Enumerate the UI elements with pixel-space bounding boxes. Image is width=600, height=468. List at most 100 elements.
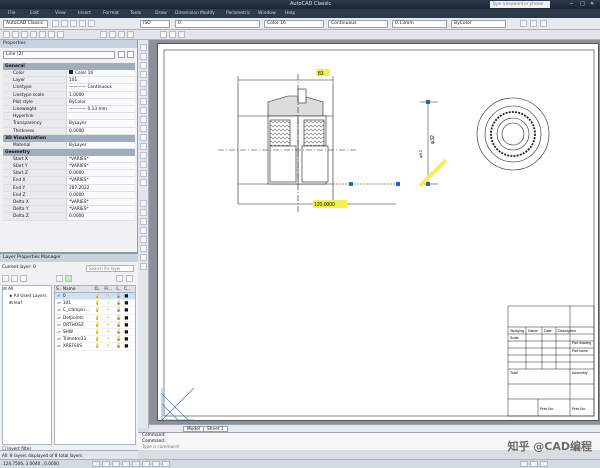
toolbar-button[interactable]	[100, 31, 107, 38]
new-vp-layer-icon[interactable]	[11, 275, 18, 282]
status-button[interactable]	[530, 461, 538, 467]
bulb-icon[interactable]: 💡	[92, 322, 103, 328]
snap-toggle[interactable]	[92, 461, 100, 467]
maximize-icon[interactable]: □	[580, 1, 585, 7]
toolbar-button[interactable]	[140, 245, 147, 252]
layer-row[interactable]: ▱ Trimetro33 💡 ☼ 🔓 ■	[55, 336, 135, 344]
layer-row[interactable]: ▱ XREFS0S 💡 ☼ 🔓 ■	[55, 343, 135, 351]
offset-tool-button[interactable]	[140, 71, 147, 78]
lock-icon[interactable]: 🔓	[114, 315, 125, 321]
minimize-icon[interactable]: ─	[570, 1, 573, 7]
filter-all[interactable]: ⊟ All	[3, 286, 51, 293]
status-button[interactable]	[520, 461, 528, 467]
property-row[interactable]: Start Z 0.0000	[3, 170, 135, 178]
trim-tool-button[interactable]	[140, 125, 147, 132]
sun-icon[interactable]: ☼	[103, 300, 114, 306]
toolbar-button[interactable]	[70, 20, 77, 27]
arc-tool-button[interactable]	[30, 31, 37, 38]
sun-icon[interactable]: ☼	[103, 307, 114, 313]
lock-icon[interactable]: 🔓	[114, 343, 125, 349]
lineweight-dropdown[interactable]: 0.13mm	[392, 20, 447, 28]
mirror-tool-button[interactable]	[140, 62, 147, 69]
toolbar-button[interactable]	[127, 31, 134, 38]
layer-row[interactable]: ▱ C_clampin... 💡 ☼ 🔓 ■	[55, 307, 135, 315]
property-row[interactable]: Delta X *VARIES*	[3, 199, 135, 207]
close-icon[interactable]: ✕	[590, 1, 594, 7]
sun-icon[interactable]: ☼	[103, 329, 114, 335]
part-end-view[interactable]	[476, 97, 550, 171]
scale-tool-button[interactable]	[140, 107, 147, 114]
property-row[interactable]: Layer 101	[3, 77, 135, 85]
property-row[interactable]: Delta Y *VARIES*	[3, 206, 135, 214]
layer-row[interactable]: ✔ 0 💡 ☼ 🔓 ■	[55, 293, 135, 301]
property-row[interactable]: Plot style ByColor	[3, 98, 135, 106]
menu-edit[interactable]: Edit	[30, 11, 39, 16]
bulb-icon[interactable]: 💡	[92, 336, 103, 342]
layer-row[interactable]: ▱ SHW 💡 ☼ 🔓 ■	[55, 329, 135, 337]
lock-icon[interactable]: 🔓	[114, 322, 125, 328]
bulb-icon[interactable]: 💡	[92, 293, 103, 299]
title-block[interactable]	[507, 305, 595, 417]
toolbar-button[interactable]	[520, 20, 527, 27]
layer-row[interactable]: ▱ Defpoints 💡 ☼ 🔓 ■	[55, 315, 135, 322]
color-swatch[interactable]: ■	[124, 329, 135, 335]
toolbar-button[interactable]	[140, 263, 147, 270]
toolbar-button[interactable]	[178, 31, 185, 38]
menu-help[interactable]: Help	[285, 11, 295, 16]
drawing-canvas[interactable]: 83 120.0000 φ32 φ5.2 Studying Name Date …	[149, 40, 600, 424]
join-tool-button[interactable]	[140, 152, 147, 159]
toolbar-button[interactable]	[140, 218, 147, 225]
status-button[interactable]	[540, 461, 548, 467]
color-swatch[interactable]: ■	[124, 315, 135, 321]
property-row[interactable]: End Y 287.2022	[3, 184, 135, 192]
toolbar-button[interactable]	[140, 209, 147, 216]
menu-draw[interactable]: Draw	[155, 11, 167, 16]
property-row[interactable]: Delta Z 0.0000	[3, 213, 135, 221]
line-tool-button[interactable]	[3, 31, 10, 38]
set-current-icon[interactable]	[65, 275, 72, 282]
color-swatch[interactable]: ■	[124, 336, 135, 342]
quick-select-icon[interactable]	[127, 51, 134, 58]
bulb-icon[interactable]: 💡	[92, 307, 103, 313]
color-swatch[interactable]: ■	[124, 293, 135, 299]
toolbar-button[interactable]	[160, 31, 167, 38]
property-row[interactable]: Hyperlink	[3, 113, 135, 121]
dimstyle-dropdown[interactable]: ISO	[140, 20, 170, 28]
category-3d-visualization[interactable]: 3D Visualization	[3, 134, 135, 142]
new-layer-icon[interactable]	[2, 275, 9, 282]
delete-layer-icon[interactable]	[56, 275, 63, 282]
toolbar-button[interactable]	[79, 20, 86, 27]
category-general[interactable]: General	[3, 63, 135, 70]
linetype-dropdown[interactable]: Continuous	[328, 20, 388, 28]
lwt-toggle[interactable]	[162, 461, 170, 467]
menu-file[interactable]: File	[8, 11, 16, 16]
toolbar-button[interactable]	[540, 20, 547, 27]
category-geometry[interactable]: Geometry	[3, 148, 135, 156]
filter-all-used[interactable]: ◈ All Used Layers	[3, 293, 51, 300]
property-row[interactable]: Start X *VARIES*	[3, 155, 135, 164]
rectangle-tool-button[interactable]	[39, 31, 46, 38]
layer-dropdown[interactable]: 0	[175, 20, 260, 28]
toolbar-button[interactable]	[52, 20, 59, 27]
menu-parametric[interactable]: Parametric	[226, 11, 250, 16]
bulb-icon[interactable]: 💡	[92, 329, 103, 335]
refresh-icon[interactable]	[116, 275, 123, 282]
polyline-tool-button[interactable]	[12, 31, 19, 38]
property-row[interactable]: End X *VARIES*	[3, 177, 135, 185]
circle-tool-button[interactable]	[21, 31, 28, 38]
sun-icon[interactable]: ☼	[103, 336, 114, 342]
grid-toggle[interactable]	[102, 461, 110, 467]
polar-toggle[interactable]	[122, 461, 130, 467]
color-swatch[interactable]: ■	[124, 322, 135, 328]
lock-icon[interactable]: 🔓	[114, 329, 125, 335]
layer-row[interactable]: ▱ 101 💡 ☼ 🔓 ■	[55, 300, 135, 308]
sun-icon[interactable]: ☼	[103, 315, 114, 321]
layer-row[interactable]: ▱ ORTHOSZ 💡 ☼ 🔓 ■	[55, 322, 135, 329]
help-search-input[interactable]: Type a keyword or phrase	[490, 1, 550, 8]
select-objects-icon[interactable]	[118, 51, 125, 58]
property-row[interactable]: Linetype scale 1.0000	[3, 91, 135, 99]
lock-icon[interactable]: 🔓	[114, 293, 125, 299]
toolbar-button[interactable]	[61, 20, 68, 27]
otrack-toggle[interactable]	[142, 461, 150, 467]
property-row[interactable]: Start Y *VARIES*	[3, 163, 135, 171]
